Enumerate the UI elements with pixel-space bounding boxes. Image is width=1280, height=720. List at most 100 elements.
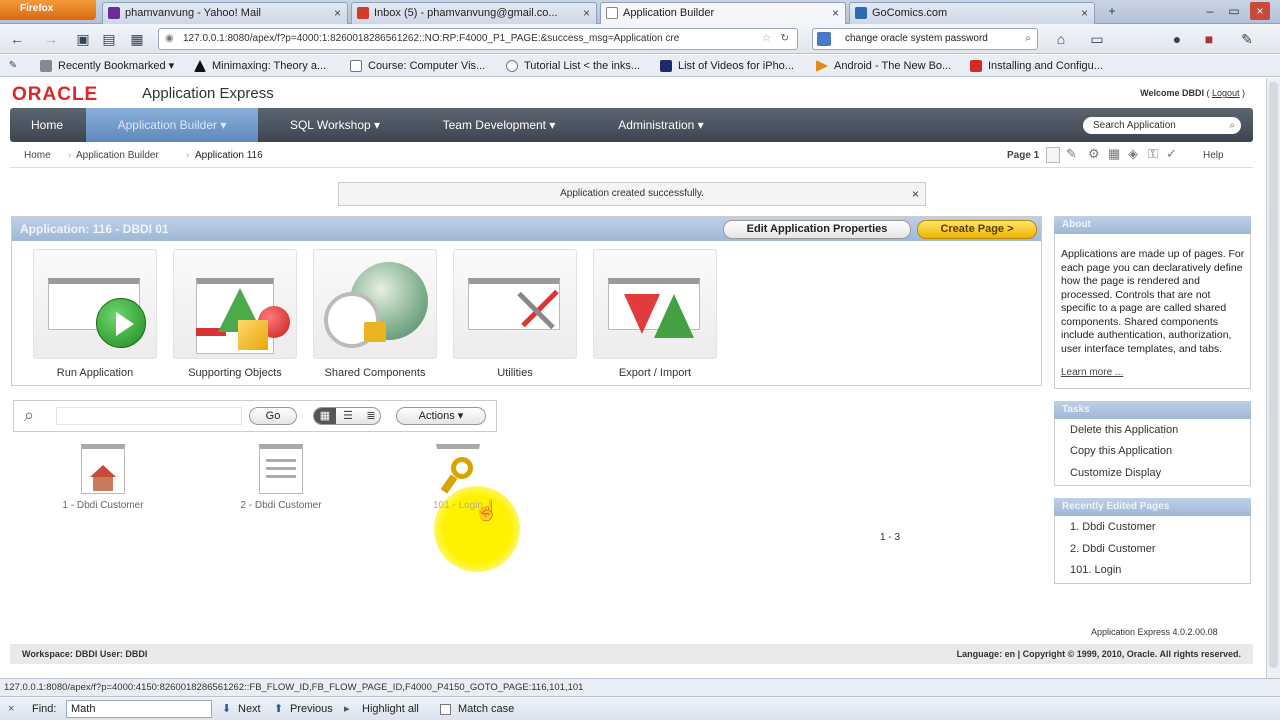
breadcrumb-application-builder[interactable]: Application Builder: [76, 150, 159, 161]
recent-page-item[interactable]: 2. Dbdi Customer: [1055, 539, 1250, 561]
page-search-input[interactable]: [56, 407, 242, 425]
shared-icon[interactable]: ◈: [1128, 146, 1138, 162]
close-icon[interactable]: ×: [912, 183, 919, 205]
bookmark-item[interactable]: Course: Computer Vis...: [350, 58, 485, 74]
tab-sql-workshop[interactable]: SQL Workshop ▾: [260, 108, 410, 142]
sidebar-icon[interactable]: ▤: [100, 30, 118, 48]
search-application-input[interactable]: Search Application ⌕: [1083, 117, 1241, 134]
match-case-label[interactable]: Match case: [458, 702, 514, 718]
reload-icon[interactable]: ↻: [781, 29, 789, 49]
close-window-icon[interactable]: ×: [1250, 2, 1270, 20]
tab-gocomics[interactable]: GoComics.com ×: [849, 2, 1095, 24]
close-tab-icon[interactable]: ×: [334, 3, 341, 23]
utilities-tile[interactable]: [453, 249, 577, 359]
home-icon[interactable]: ⌂: [1052, 30, 1070, 48]
bookmark-item[interactable]: Installing and Configu...: [970, 58, 1103, 74]
bookmarks-menu-icon[interactable]: ✎: [4, 57, 22, 75]
go-button[interactable]: Go: [249, 407, 297, 425]
page-label[interactable]: 2 - Dbdi Customer: [231, 500, 331, 511]
tab-yahoo-mail[interactable]: phamvanvung - Yahoo! Mail ×: [102, 2, 348, 24]
bookmark-addon-icon[interactable]: ■: [1200, 30, 1218, 48]
shared-components-label[interactable]: Shared Components: [313, 367, 437, 379]
search-icon[interactable]: ⌕: [1025, 29, 1031, 49]
page-label[interactable]: 1 - Dbdi Customer: [53, 500, 153, 511]
learn-more-link[interactable]: Learn more ...: [1061, 366, 1246, 380]
find-previous-button[interactable]: Previous: [290, 702, 333, 718]
page-select-icon[interactable]: [1046, 147, 1060, 163]
help-link[interactable]: Help: [1203, 150, 1224, 161]
lock-icon[interactable]: ⚿: [1148, 146, 1158, 162]
tab-application-builder[interactable]: Application Builder ×: [600, 2, 846, 24]
logout-link[interactable]: Logout: [1212, 88, 1240, 98]
breadcrumb-separator: ›: [68, 150, 72, 161]
bookmark-item[interactable]: Recently Bookmarked ▾: [40, 58, 174, 74]
create-page-button[interactable]: Create Page >: [917, 220, 1037, 239]
minimize-icon[interactable]: –: [1200, 2, 1220, 20]
supporting-objects-tile[interactable]: [173, 249, 297, 359]
scrollbar-thumb[interactable]: [1269, 82, 1278, 668]
view-switcher: ▦ ☰ ≣: [313, 407, 381, 425]
breadcrumb-home[interactable]: Home: [24, 150, 51, 161]
tab-gmail[interactable]: Inbox (5) - phamvanvung@gmail.co... ×: [351, 2, 597, 24]
vertical-scrollbar[interactable]: [1266, 78, 1280, 678]
search-engine-text: change oracle system password: [845, 33, 988, 44]
maximize-icon[interactable]: ▭: [1224, 2, 1244, 20]
close-tab-icon[interactable]: ×: [832, 3, 839, 23]
bookmark-page-icon[interactable]: ▦: [128, 30, 146, 48]
shared-components-tile[interactable]: [313, 249, 437, 359]
copy-application-link[interactable]: Copy this Application: [1055, 441, 1250, 463]
addon-icon[interactable]: ●: [1168, 30, 1186, 48]
history-icon[interactable]: ▣: [74, 30, 92, 48]
match-case-checkbox[interactable]: [440, 704, 451, 715]
detail-view-icon[interactable]: ≣: [360, 408, 380, 424]
utilities-label[interactable]: Utilities: [453, 367, 577, 379]
recent-page-item[interactable]: 101. Login: [1055, 560, 1250, 582]
edit-page-icon[interactable]: ✎: [1066, 146, 1077, 162]
page-tile[interactable]: 1 - Dbdi Customer: [53, 444, 153, 520]
search-engine-box[interactable]: change oracle system password ⌕: [812, 28, 1038, 50]
tab-title: Inbox (5) - phamvanvung@gmail.co...: [374, 7, 558, 19]
run-application-label[interactable]: Run Application: [33, 367, 157, 379]
tab-administration[interactable]: Administration ▾: [588, 108, 734, 142]
actions-menu-button[interactable]: Actions ▾: [396, 407, 486, 425]
export-import-label[interactable]: Export / Import: [593, 367, 717, 379]
page-tile[interactable]: 2 - Dbdi Customer: [231, 444, 331, 520]
form-icon: [259, 444, 303, 494]
tab-application-builder[interactable]: Application Builder ▾: [86, 108, 258, 142]
next-arrow-icon: ⬇: [222, 703, 232, 715]
run-application-tile[interactable]: [33, 249, 157, 359]
firefox-menu-button[interactable]: Firefox: [0, 0, 96, 20]
bookmark-item[interactable]: List of Videos for iPho...: [660, 58, 794, 74]
search-icon[interactable]: ⌕: [1229, 117, 1235, 134]
delete-application-link[interactable]: Delete this Application: [1055, 420, 1250, 442]
grid-icon[interactable]: ▦: [1108, 146, 1120, 162]
icon-view-icon[interactable]: ▦: [314, 408, 336, 424]
bookmark-item[interactable]: Minimaxing: Theory a...: [194, 58, 326, 74]
checkmark-icon[interactable]: ✓: [1166, 146, 1177, 162]
bookmark-item[interactable]: Android - The New Bo...: [816, 58, 951, 74]
edit-application-properties-button[interactable]: Edit Application Properties: [723, 220, 911, 239]
bookmark-label: Tutorial List < the inks...: [524, 60, 641, 72]
forward-icon[interactable]: →: [42, 30, 60, 48]
back-icon[interactable]: ←: [8, 30, 26, 48]
bookmark-item[interactable]: Tutorial List < the inks...: [506, 58, 640, 74]
tab-team-development[interactable]: Team Development ▾: [412, 108, 586, 142]
customize-display-link[interactable]: Customize Display: [1055, 463, 1250, 485]
find-next-button[interactable]: Next: [238, 702, 261, 718]
star-icon[interactable]: ☆: [762, 29, 771, 49]
url-bar[interactable]: ◉ 127.0.0.1:8080/apex/f?p=4000:1:8260018…: [158, 28, 798, 50]
list-view-icon[interactable]: ☰: [337, 408, 359, 424]
close-find-icon[interactable]: ×: [8, 702, 14, 718]
tab-home[interactable]: Home: [10, 108, 84, 142]
highlight-all-button[interactable]: Highlight all: [362, 702, 419, 718]
export-import-tile[interactable]: [593, 249, 717, 359]
close-tab-icon[interactable]: ×: [583, 3, 590, 23]
gear-icon[interactable]: ⚙: [1088, 146, 1100, 162]
find-input[interactable]: Math: [66, 700, 212, 718]
new-tab-icon[interactable]: +: [1102, 2, 1122, 20]
tools-icon[interactable]: ✎: [1238, 30, 1256, 48]
close-tab-icon[interactable]: ×: [1081, 3, 1088, 23]
recent-page-item[interactable]: 1. Dbdi Customer: [1055, 517, 1250, 539]
supporting-objects-label[interactable]: Supporting Objects: [173, 367, 297, 379]
screen-icon[interactable]: ▭: [1088, 30, 1106, 48]
